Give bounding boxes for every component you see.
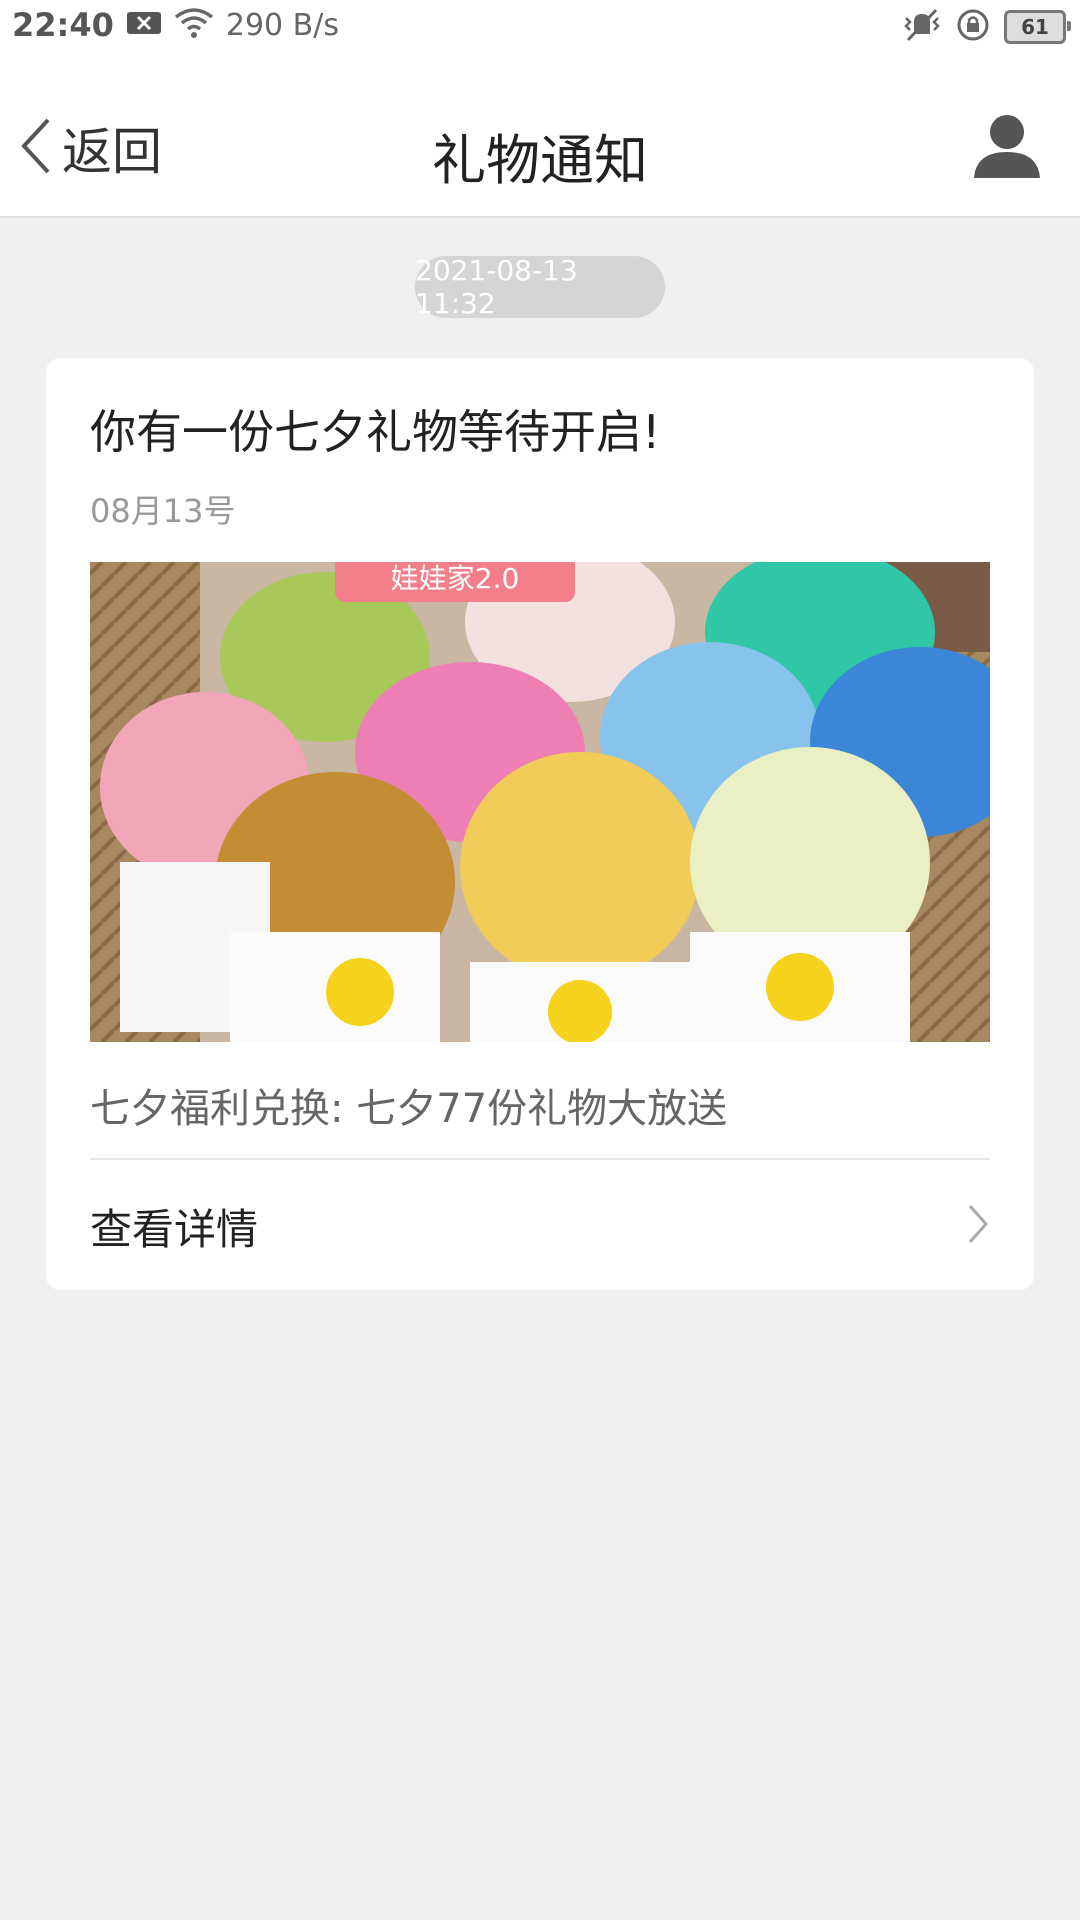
card-title: 你有一份七夕礼物等待开启! <box>90 405 661 459</box>
vibrate-icon <box>902 8 942 46</box>
status-right: 61 <box>902 8 1071 46</box>
notification-x-icon <box>126 9 162 41</box>
nav-bar: 返回 礼物通知 <box>0 56 1080 218</box>
card-divider <box>90 1158 990 1160</box>
image-banner-text: 娃娃家2.0 <box>391 562 520 595</box>
wifi-icon <box>174 7 214 43</box>
status-time: 22:40 <box>12 6 114 44</box>
status-left: 22:40 290 B/s <box>12 6 339 44</box>
card-description: 七夕福利兑换: 七夕77份礼物大放送 <box>90 1086 728 1132</box>
user-icon <box>970 115 1044 186</box>
status-bar: 22:40 290 B/s 61 <box>0 0 1080 56</box>
page-title: 礼物通知 <box>432 129 648 192</box>
card-date: 08月13号 <box>90 492 236 530</box>
message-timestamp: 2021-08-13 11:32 <box>415 254 665 320</box>
yarn-image[interactable]: 娃娃家2.0 <box>90 562 990 1042</box>
network-speed: 290 B/s <box>225 7 339 43</box>
message-card[interactable]: 你有一份七夕礼物等待开启! 08月13号 娃娃家2.0 七夕福利兑换: 七夕77… <box>46 358 1034 1290</box>
battery-level: 61 <box>1021 15 1049 39</box>
view-details-row[interactable]: 查看详情 <box>90 1162 990 1290</box>
view-details-label: 查看详情 <box>90 1204 259 1254</box>
rotation-lock-icon <box>956 8 990 46</box>
chevron-right-icon <box>966 1202 990 1250</box>
profile-button[interactable] <box>970 108 1044 182</box>
battery-icon: 61 <box>1004 10 1071 44</box>
